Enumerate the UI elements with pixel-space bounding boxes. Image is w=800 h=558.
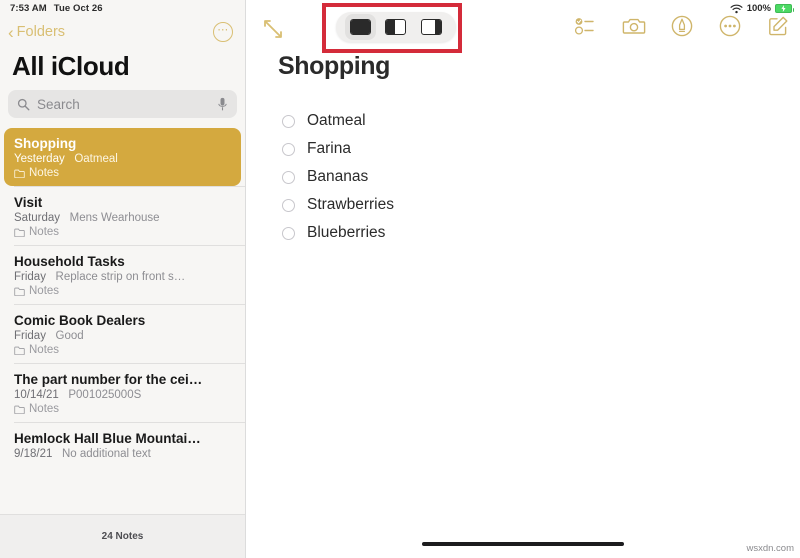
- microphone-icon[interactable]: [217, 97, 228, 112]
- checklist-item-label: Bananas: [307, 168, 369, 185]
- note-title: Visit: [14, 195, 43, 210]
- note-title: Hemlock Hall Blue Mountai…: [14, 431, 201, 446]
- camera-icon[interactable]: [622, 14, 646, 38]
- chevron-left-icon: ‹: [8, 22, 14, 42]
- compose-icon[interactable]: [766, 14, 790, 38]
- notes-sidebar: 7:53 AM Tue Oct 26 ‹ Folders ⋯ All iClou…: [0, 0, 246, 558]
- layout-split-view-button[interactable]: [385, 19, 407, 35]
- ipad-notes-app: 7:53 AM Tue Oct 26 ‹ Folders ⋯ All iClou…: [0, 0, 800, 558]
- note-title: Shopping: [14, 136, 77, 151]
- folder-icon: [14, 405, 25, 414]
- search-icon: [17, 98, 30, 110]
- note-preview: Oatmeal: [74, 153, 118, 165]
- note-date: 10/14/21: [14, 389, 59, 401]
- sidebar-nav-row: ‹ Folders ⋯: [0, 17, 245, 47]
- search-placeholder: Search: [37, 96, 80, 112]
- checklist-item-label: Oatmeal: [307, 112, 366, 129]
- note-subtitle: 9/18/21 No additional text: [14, 448, 233, 460]
- checklist-item[interactable]: Bananas: [282, 163, 800, 191]
- list-item[interactable]: Comic Book Dealers Friday Good Notes: [0, 305, 245, 363]
- folder-icon: [14, 287, 25, 296]
- layout-full-screen-button[interactable]: [345, 14, 377, 40]
- note-title: The part number for the cei…: [14, 372, 203, 387]
- more-ellipsis-icon[interactable]: [718, 14, 742, 38]
- note-title: Comic Book Dealers: [14, 313, 146, 328]
- layout-slide-over-button[interactable]: [420, 19, 442, 35]
- note-preview: P001025000S: [68, 389, 142, 401]
- folder-icon: [14, 228, 25, 237]
- note-folder-label: Notes: [29, 403, 60, 415]
- note-folder: Notes: [14, 344, 233, 356]
- note-preview: Replace strip on front s…: [55, 271, 186, 283]
- note-checklist: Oatmeal Farina Bananas Strawberries Blue…: [246, 107, 800, 247]
- list-item[interactable]: Hemlock Hall Blue Mountai… 9/18/21 No ad…: [0, 423, 245, 469]
- notes-count-footer: 24 Notes: [0, 514, 245, 558]
- note-folder: Notes: [14, 285, 233, 297]
- note-folder-label: Notes: [29, 226, 60, 238]
- expand-diagonal-arrows-icon[interactable]: [262, 18, 284, 40]
- back-to-folders-button[interactable]: ‹ Folders: [8, 24, 65, 41]
- note-folder: Notes: [14, 226, 233, 238]
- note-preview: Good: [55, 330, 84, 342]
- list-item[interactable]: Household Tasks Friday Replace strip on …: [0, 246, 245, 304]
- notes-count-label: 24 Notes: [101, 531, 144, 542]
- note-subtitle: Friday Good: [14, 330, 233, 342]
- checklist-item[interactable]: Blueberries: [282, 219, 800, 247]
- notes-list[interactable]: Shopping Yesterday Oatmeal Notes Visit S…: [0, 128, 245, 469]
- list-item[interactable]: The part number for the cei… 10/14/21 P0…: [0, 364, 245, 422]
- back-label: Folders: [16, 24, 66, 40]
- full-screen-glyph: [351, 20, 371, 34]
- checkbox-icon[interactable]: [282, 226, 295, 240]
- note-folder: Notes: [14, 167, 229, 179]
- note-folder-label: Notes: [29, 344, 60, 356]
- note-date: 9/18/21: [14, 448, 53, 460]
- note-preview: Mens Wearhouse: [69, 212, 160, 224]
- checkbox-icon[interactable]: [282, 170, 295, 184]
- note-folder-label: Notes: [29, 285, 60, 297]
- note-preview: No additional text: [61, 448, 151, 460]
- status-date: Tue Oct 26: [53, 3, 103, 14]
- ellipsis-circle-icon[interactable]: ⋯: [213, 22, 233, 42]
- checklist-item[interactable]: Oatmeal: [282, 107, 800, 135]
- checklist-item-label: Strawberries: [307, 196, 394, 213]
- note-folder: Notes: [14, 403, 233, 415]
- folder-icon: [14, 169, 25, 178]
- checkbox-icon[interactable]: [282, 142, 295, 156]
- note-subtitle: 10/14/21 P001025000S: [14, 389, 233, 401]
- note-date: Friday: [14, 330, 46, 342]
- note-actions-toolbar: [574, 14, 790, 38]
- list-item[interactable]: Shopping Yesterday Oatmeal Notes: [4, 128, 241, 186]
- note-title: Household Tasks: [14, 254, 125, 269]
- note-detail-pane: 100% Shopping Oatmeal Farina Bananas Str…: [246, 0, 800, 558]
- split-view-glyph: [386, 20, 396, 34]
- note-subtitle: Saturday Mens Wearhouse: [14, 212, 233, 224]
- note-date: Friday: [14, 271, 46, 283]
- checkbox-icon[interactable]: [282, 198, 295, 212]
- folder-icon: [14, 346, 25, 355]
- watermark: wsxdn.com: [746, 543, 794, 554]
- page-title: All iCloud: [12, 51, 130, 81]
- list-item[interactable]: Visit Saturday Mens Wearhouse Notes: [0, 187, 245, 245]
- detail-toolbar: [246, 0, 800, 56]
- multitasking-menu[interactable]: [336, 12, 456, 42]
- checklist-item[interactable]: Farina: [282, 135, 800, 163]
- home-indicator[interactable]: [422, 542, 624, 546]
- note-heading[interactable]: Shopping: [246, 52, 800, 81]
- slide-over-glyph: [435, 20, 441, 34]
- status-time: 7:53 AM: [10, 3, 47, 14]
- checklist-item[interactable]: Strawberries: [282, 191, 800, 219]
- note-date: Yesterday: [14, 153, 65, 165]
- status-bar-left: 7:53 AM Tue Oct 26: [0, 0, 245, 17]
- note-subtitle: Yesterday Oatmeal: [14, 153, 229, 165]
- search-input[interactable]: Search: [8, 90, 237, 118]
- checkbox-icon[interactable]: [282, 114, 295, 128]
- markup-pen-icon[interactable]: [670, 14, 694, 38]
- note-folder-label: Notes: [29, 167, 60, 179]
- checklist-item-label: Farina: [307, 140, 351, 157]
- checklist-icon[interactable]: [574, 14, 598, 38]
- checklist-item-label: Blueberries: [307, 224, 386, 241]
- note-date: Saturday: [14, 212, 61, 224]
- note-subtitle: Friday Replace strip on front s…: [14, 271, 233, 283]
